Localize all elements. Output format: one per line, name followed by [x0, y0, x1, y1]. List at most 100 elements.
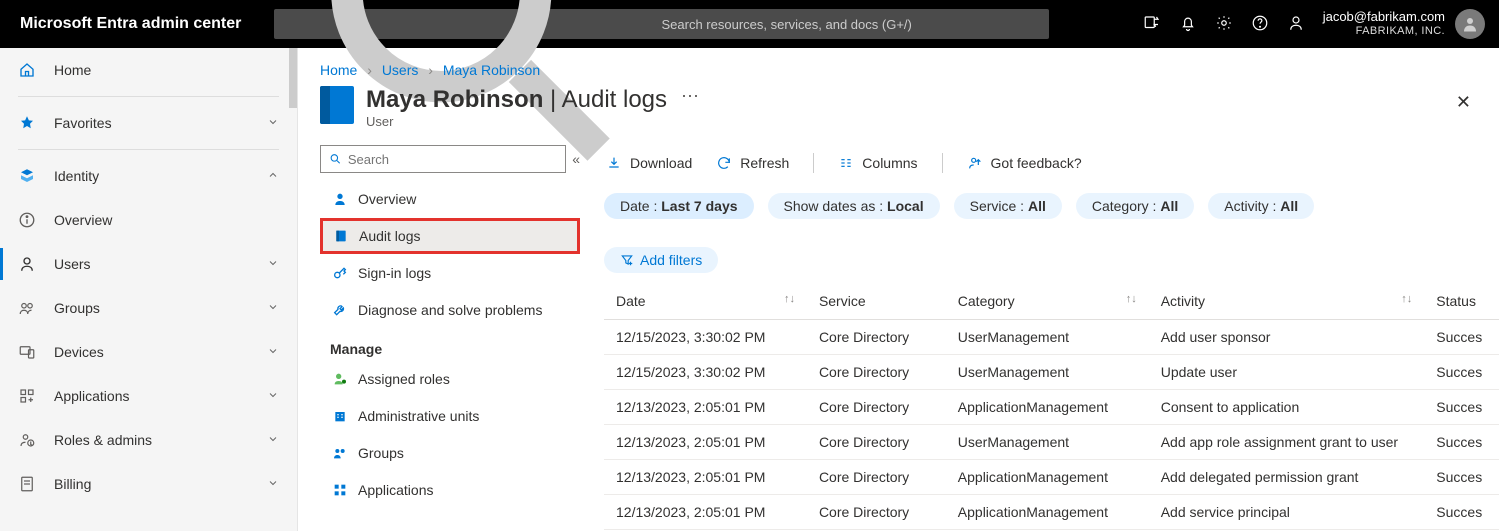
blade-nav-label: Applications	[358, 482, 434, 498]
refresh-button[interactable]: Refresh	[716, 155, 789, 171]
cell-category: ApplicationManagement	[946, 460, 1149, 495]
breadcrumb-current[interactable]: Maya Robinson	[443, 62, 540, 78]
chevron-up-icon	[267, 168, 279, 184]
button-label: Got feedback?	[991, 155, 1082, 171]
chevron-down-icon	[267, 344, 279, 360]
breadcrumb-users[interactable]: Users	[382, 62, 419, 78]
blade-nav-applications[interactable]: Applications	[320, 472, 580, 508]
blade-nav-signin-logs[interactable]: Sign-in logs	[320, 255, 580, 291]
refresh-icon	[716, 155, 732, 171]
blade-nav-label: Groups	[358, 445, 404, 461]
feedback-button[interactable]: Got feedback?	[967, 155, 1082, 171]
filter-category[interactable]: Category : All	[1076, 193, 1194, 219]
cell-status: Succes	[1424, 390, 1499, 425]
blade-search[interactable]	[320, 145, 566, 173]
cell-status: Succes	[1424, 460, 1499, 495]
nav-label: Favorites	[54, 115, 249, 131]
nav-home[interactable]: Home	[0, 48, 297, 92]
filter-service[interactable]: Service : All	[954, 193, 1062, 219]
breadcrumb-home[interactable]: Home	[320, 62, 357, 78]
nav-devices[interactable]: Devices	[0, 330, 297, 374]
chevron-down-icon	[267, 256, 279, 272]
filter-dates-as[interactable]: Show dates as : Local	[768, 193, 940, 219]
blade-nav-assigned-roles[interactable]: Assigned roles	[320, 361, 580, 397]
left-nav-scrollbar[interactable]	[289, 48, 297, 108]
cell-category: UserManagement	[946, 355, 1149, 390]
cell-category: ApplicationManagement	[946, 495, 1149, 530]
table-row[interactable]: 12/15/2023, 3:30:02 PMCore DirectoryUser…	[604, 320, 1499, 355]
top-bar-actions	[1135, 14, 1313, 35]
person-icon	[332, 191, 348, 207]
blade-nav-label: Administrative units	[358, 408, 479, 424]
close-blade-button[interactable]: ✕	[1450, 86, 1477, 119]
help-icon[interactable]	[1251, 14, 1269, 35]
wrench-icon	[332, 302, 348, 318]
blade-nav-groups[interactable]: Groups	[320, 435, 580, 471]
filter-activity[interactable]: Activity : All	[1208, 193, 1314, 219]
feedback-icon[interactable]	[1287, 14, 1305, 35]
cell-activity: Consent to application	[1149, 390, 1425, 425]
account-org: FABRIKAM, INC.	[1323, 25, 1445, 38]
blade-nav-label: Assigned roles	[358, 371, 450, 387]
add-filters-button[interactable]: Add filters	[604, 247, 718, 273]
blade-nav-label: Diagnose and solve problems	[358, 302, 542, 318]
global-search-input[interactable]	[662, 17, 1040, 32]
nav-roles-admins[interactable]: Roles & admins	[0, 418, 297, 462]
key-icon	[332, 265, 348, 281]
nav-label: Identity	[54, 168, 249, 184]
settings-gear-icon[interactable]	[1215, 14, 1233, 35]
breadcrumb: Home › Users › Maya Robinson	[298, 48, 1499, 82]
col-status[interactable]: Status	[1424, 283, 1499, 320]
global-search[interactable]	[274, 9, 1049, 39]
nav-applications[interactable]: Applications	[0, 374, 297, 418]
top-bar: Microsoft Entra admin center jacob@fabri…	[0, 0, 1499, 48]
nav-overview[interactable]: Overview	[0, 198, 297, 242]
nav-groups[interactable]: Groups	[0, 286, 297, 330]
blade-nav-label: Audit logs	[359, 228, 420, 244]
nav-identity[interactable]: Identity	[0, 154, 297, 198]
blade-nav-admin-units[interactable]: Administrative units	[320, 398, 580, 434]
blade-nav-audit-logs[interactable]: Audit logs	[320, 218, 580, 254]
avatar[interactable]	[1455, 9, 1485, 39]
nav-label: Users	[54, 256, 249, 272]
cell-service: Core Directory	[807, 320, 946, 355]
account-email: jacob@fabrikam.com	[1323, 10, 1445, 25]
table-row[interactable]: 12/13/2023, 2:05:01 PMCore DirectoryAppl…	[604, 495, 1499, 530]
blade-nav-diagnose[interactable]: Diagnose and solve problems	[320, 292, 580, 328]
col-category[interactable]: Category↑↓	[946, 283, 1149, 320]
download-button[interactable]: Download	[606, 155, 692, 171]
chevron-down-icon	[267, 476, 279, 492]
account-control[interactable]: jacob@fabrikam.com FABRIKAM, INC.	[1323, 9, 1485, 39]
cell-activity: Add service principal	[1149, 495, 1425, 530]
blade-section-manage: Manage	[320, 329, 580, 361]
notifications-icon[interactable]	[1179, 14, 1197, 35]
blade-nav-overview[interactable]: Overview	[320, 181, 580, 217]
table-row[interactable]: 12/13/2023, 2:05:01 PMCore DirectoryAppl…	[604, 390, 1499, 425]
button-label: Columns	[862, 155, 917, 171]
feedback-person-icon	[967, 155, 983, 171]
col-activity[interactable]: Activity↑↓	[1149, 283, 1425, 320]
table-row[interactable]: 12/15/2023, 3:30:02 PMCore DirectoryUser…	[604, 355, 1499, 390]
cell-date: 12/15/2023, 3:30:02 PM	[604, 355, 807, 390]
table-row[interactable]: 12/13/2023, 2:05:01 PMCore DirectoryUser…	[604, 425, 1499, 460]
nav-billing[interactable]: Billing	[0, 462, 297, 506]
blade-search-input[interactable]	[348, 152, 557, 167]
blade-nav: « Overview Audit logs Sign-in logs Diagn…	[298, 139, 594, 531]
cell-service: Core Directory	[807, 425, 946, 460]
filter-date[interactable]: Date : Last 7 days	[604, 193, 754, 219]
nav-label: Roles & admins	[54, 432, 249, 448]
columns-button[interactable]: Columns	[838, 155, 917, 171]
groups-icon	[18, 299, 36, 317]
button-label: Refresh	[740, 155, 789, 171]
nav-users[interactable]: Users	[0, 242, 297, 286]
cloud-shell-icon[interactable]	[1143, 14, 1161, 35]
col-service[interactable]: Service	[807, 283, 946, 320]
add-filter-icon	[620, 253, 634, 267]
applications-icon	[18, 387, 36, 405]
table-row[interactable]: 12/13/2023, 2:05:01 PMCore DirectoryAppl…	[604, 460, 1499, 495]
blade-nav-label: Sign-in logs	[358, 265, 431, 281]
nav-favorites[interactable]: Favorites	[0, 101, 297, 145]
collapse-blade-nav-icon[interactable]: «	[572, 151, 580, 167]
col-date[interactable]: Date↑↓	[604, 283, 807, 320]
more-actions-icon[interactable]: ⋯	[681, 86, 699, 107]
